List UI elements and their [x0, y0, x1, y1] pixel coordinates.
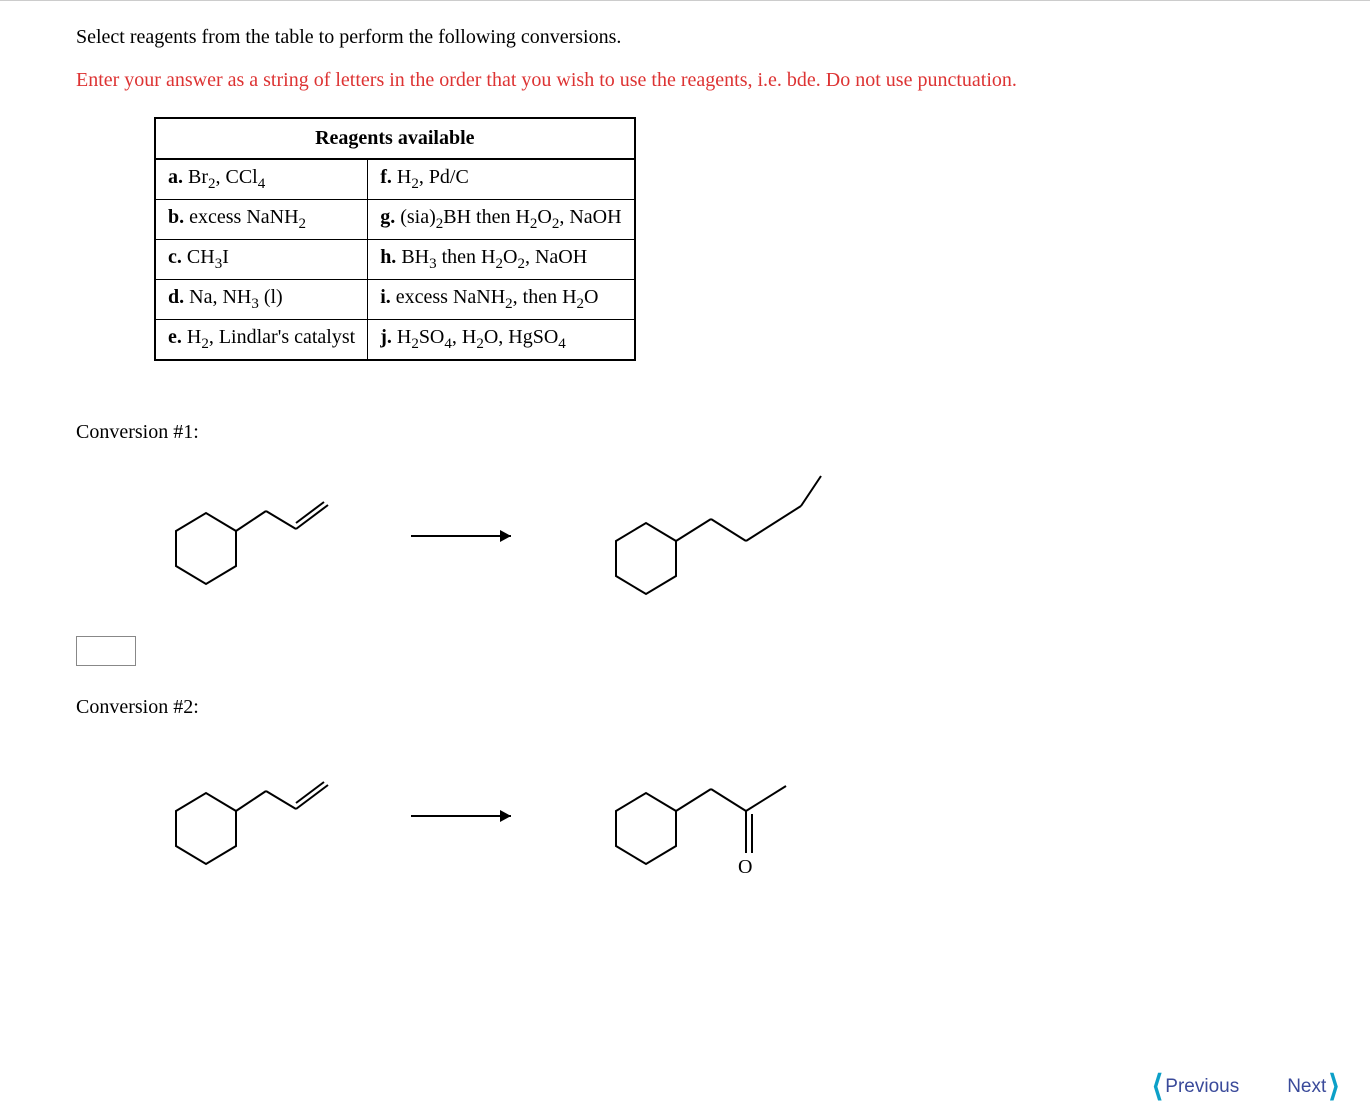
conversion1-scheme — [136, 456, 1350, 612]
conversion1-answer-input[interactable] — [76, 636, 136, 666]
reagent-cell: e. H2, Lindlar's catalyst — [155, 320, 368, 361]
reagent-cell: d. Na, NH3 (l) — [155, 280, 368, 320]
reaction-arrow-icon — [396, 521, 536, 559]
conversion2-label: Conversion #2: — [76, 696, 1350, 719]
reagent-cell: h. BH3 then H2O2, NaOH — [368, 240, 635, 280]
reaction-arrow-icon — [396, 801, 536, 839]
previous-button[interactable]: ⟨ Previous — [1152, 1072, 1240, 1102]
conv1-start-structure — [136, 461, 356, 607]
reagent-cell: b. excess NaNH2 — [155, 200, 368, 240]
question-text: Select reagents from the table to perfor… — [76, 23, 1350, 52]
table-row: b. excess NaNH2 g. (sia)2BH then H2O2, N… — [155, 200, 635, 240]
table-header: Reagents available — [155, 118, 635, 159]
reagent-cell: a. Br2, CCl4 — [155, 159, 368, 200]
conv2-start-structure — [136, 741, 356, 887]
next-label: Next — [1287, 1076, 1326, 1098]
chevron-right-icon: ⟩ — [1328, 1072, 1340, 1102]
conv2-product-structure: O — [576, 731, 836, 897]
reagents-table: Reagents available a. Br2, CCl4 f. H2, P… — [154, 117, 636, 361]
next-button[interactable]: Next ⟩ — [1287, 1072, 1340, 1102]
reagent-cell: f. H2, Pd/C — [368, 159, 635, 200]
reagent-cell: j. H2SO4, H2O, HgSO4 — [368, 320, 635, 361]
conversion2-scheme: O — [136, 731, 1350, 897]
table-row: c. CH3I h. BH3 then H2O2, NaOH — [155, 240, 635, 280]
table-row: d. Na, NH3 (l) i. excess NaNH2, then H2O — [155, 280, 635, 320]
reagent-cell: g. (sia)2BH then H2O2, NaOH — [368, 200, 635, 240]
svg-text:O: O — [738, 856, 752, 878]
nav-footer: ⟨ Previous Next ⟩ — [1142, 1066, 1350, 1108]
conv1-product-structure — [576, 456, 876, 612]
conversion1-label: Conversion #1: — [76, 421, 1350, 444]
table-row: e. H2, Lindlar's catalyst j. H2SO4, H2O,… — [155, 320, 635, 361]
reagent-cell: c. CH3I — [155, 240, 368, 280]
reagent-cell: i. excess NaNH2, then H2O — [368, 280, 635, 320]
table-row: a. Br2, CCl4 f. H2, Pd/C — [155, 159, 635, 200]
instruction-text: Enter your answer as a string of letters… — [76, 66, 1136, 95]
chevron-left-icon: ⟨ — [1152, 1072, 1164, 1102]
previous-label: Previous — [1165, 1076, 1239, 1098]
